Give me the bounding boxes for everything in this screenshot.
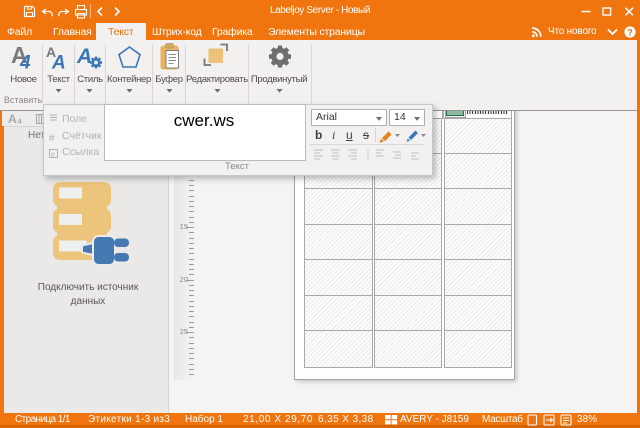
svg-text:A: A <box>76 45 92 68</box>
svg-text:A: A <box>51 53 66 72</box>
svg-text:e: e <box>51 152 55 159</box>
svg-text:#: # <box>49 133 55 144</box>
svg-text:4: 4 <box>19 53 31 72</box>
svg-text:A₄: A₄ <box>8 112 23 125</box>
svg-text:?: ? <box>627 27 633 37</box>
